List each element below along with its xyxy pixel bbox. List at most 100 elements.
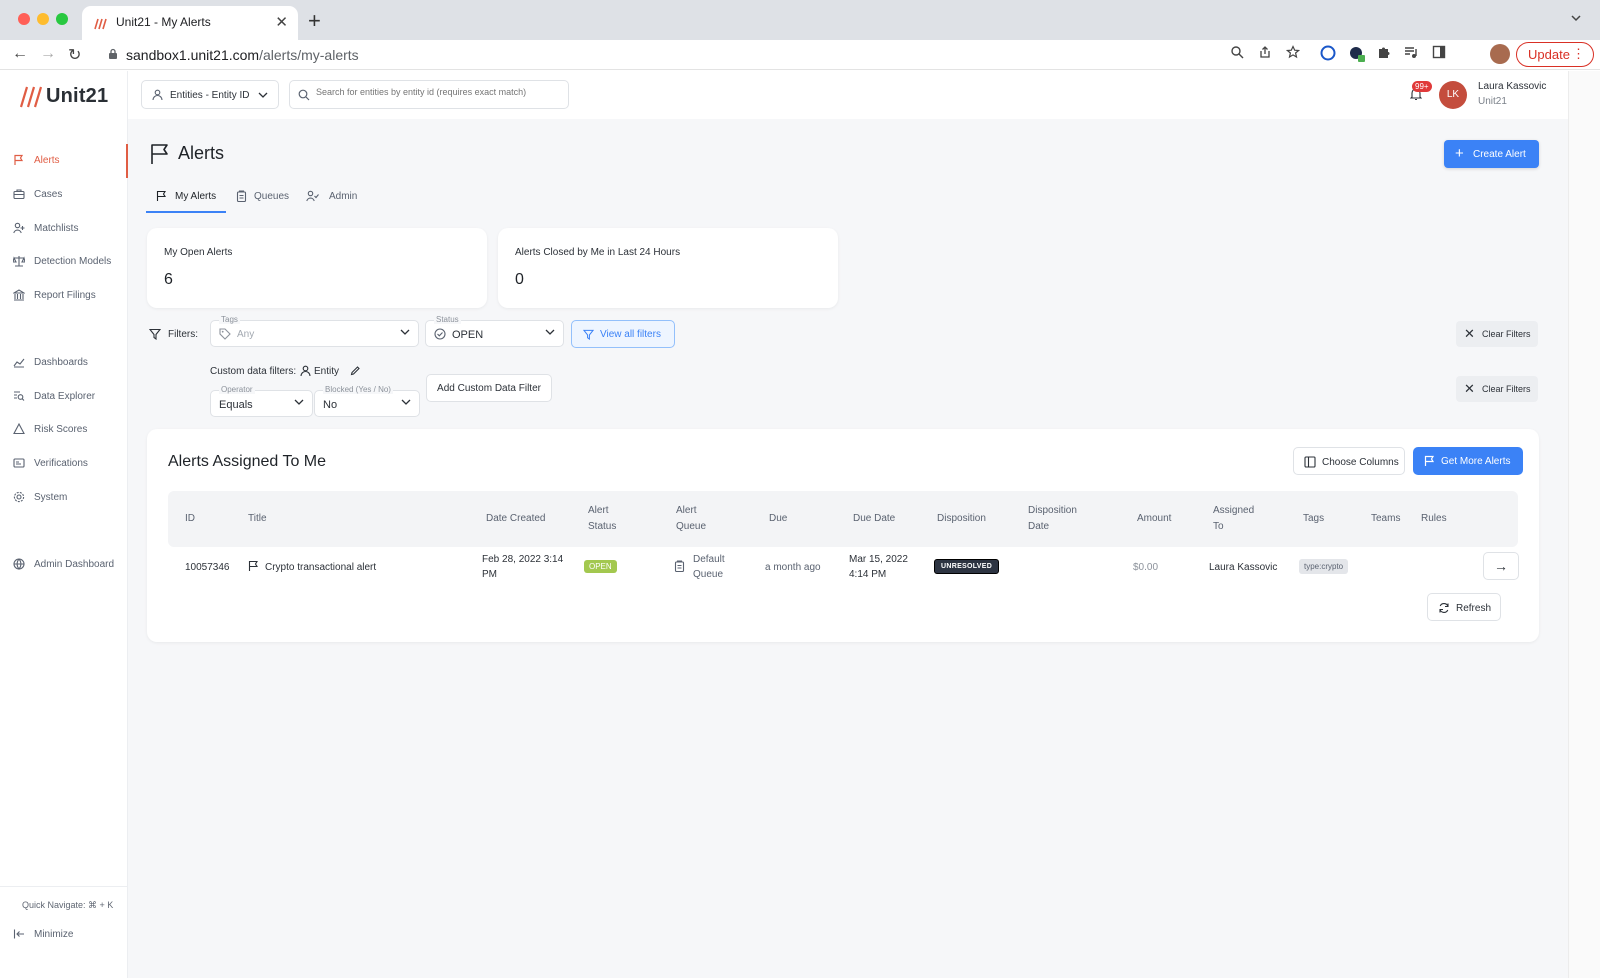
column-header-id[interactable]: ID bbox=[185, 511, 195, 527]
sidebar-item-detection-models[interactable]: Detection Models bbox=[0, 245, 128, 279]
window-zoom-button[interactable] bbox=[56, 13, 68, 25]
column-header-due[interactable]: Due bbox=[769, 511, 787, 527]
address-bar[interactable]: sandbox1.unit21.com/alerts/my-alerts bbox=[96, 43, 1286, 67]
media-playlist-icon[interactable] bbox=[1404, 45, 1418, 59]
operator-select[interactable]: Operator Equals bbox=[210, 385, 313, 417]
column-header-alert-queue[interactable]: Alert Queue bbox=[676, 503, 706, 535]
status-filter-select[interactable]: Status OPEN bbox=[425, 315, 564, 347]
minimize-label: Minimize bbox=[34, 929, 74, 940]
sidebar-item-cases[interactable]: Cases bbox=[0, 178, 128, 212]
share-icon[interactable] bbox=[1258, 45, 1272, 59]
table-row[interactable]: 10057346 Crypto transactional alert Feb … bbox=[168, 547, 1519, 587]
refresh-label: Refresh bbox=[1456, 603, 1492, 614]
zoom-icon[interactable] bbox=[1230, 45, 1244, 59]
table-header: ID Title Date Created Alert Status Alert Q… bbox=[168, 491, 1518, 547]
user-icon bbox=[300, 365, 311, 377]
column-header-disposition-date[interactable]: Disposition Date bbox=[1028, 503, 1077, 535]
page-scrollbar[interactable] bbox=[1568, 71, 1600, 978]
get-more-alerts-button[interactable]: Get More Alerts bbox=[1413, 447, 1523, 475]
column-header-disposition[interactable]: Disposition bbox=[937, 511, 986, 527]
refresh-button[interactable]: Refresh bbox=[1427, 593, 1501, 621]
bank-icon bbox=[13, 289, 25, 301]
search-icon bbox=[298, 89, 310, 101]
column-header-tags[interactable]: Tags bbox=[1303, 511, 1324, 527]
new-tab-button[interactable]: + bbox=[308, 8, 321, 34]
blocked-select[interactable]: Blocked (Yes / No) No bbox=[314, 385, 420, 417]
tab-admin[interactable]: Admin bbox=[296, 181, 362, 213]
tag-icon bbox=[219, 328, 231, 340]
flag-icon bbox=[1424, 455, 1435, 466]
column-header-teams[interactable]: Teams bbox=[1371, 511, 1400, 527]
view-all-filters-button[interactable]: View all filters bbox=[571, 320, 675, 348]
stat-value: 0 bbox=[515, 271, 524, 288]
column-header-title[interactable]: Title bbox=[248, 511, 267, 527]
tags-filter-label: Tags bbox=[219, 315, 240, 324]
column-header-rules[interactable]: Rules bbox=[1421, 511, 1447, 527]
more-vert-icon: ⋮ bbox=[1572, 46, 1585, 61]
window-close-button[interactable] bbox=[18, 13, 30, 25]
create-alert-button[interactable]: + Create Alert bbox=[1444, 140, 1539, 168]
tab-close-icon[interactable]: ✕ bbox=[275, 13, 288, 31]
sidebar-item-system[interactable]: System bbox=[0, 481, 128, 515]
tab-my-alerts[interactable]: My Alerts bbox=[146, 181, 226, 213]
column-header-assigned-to[interactable]: Assigned To bbox=[1213, 503, 1254, 535]
window-minimize-button[interactable] bbox=[37, 13, 49, 25]
flag-icon bbox=[156, 190, 166, 201]
reload-icon[interactable]: ↻ bbox=[68, 45, 81, 65]
plus-icon: + bbox=[1455, 145, 1464, 162]
status-filter-value: OPEN bbox=[452, 329, 484, 341]
operator-label: Operator bbox=[219, 385, 255, 394]
check-circle-icon bbox=[434, 328, 446, 340]
bookmark-star-icon[interactable] bbox=[1286, 45, 1300, 59]
side-panel-icon[interactable] bbox=[1432, 45, 1446, 59]
column-header-alert-status[interactable]: Alert Status bbox=[588, 503, 616, 535]
filter-icon bbox=[149, 328, 161, 340]
sidebar-item-label: Report Filings bbox=[34, 290, 96, 301]
brand-name: Unit21 bbox=[46, 85, 109, 107]
alert-queue[interactable]: Default Queue bbox=[693, 552, 725, 582]
alert-title[interactable]: Crypto transactional alert bbox=[265, 560, 376, 575]
pencil-edit-icon[interactable] bbox=[350, 365, 361, 376]
sidebar-item-admin-dashboard[interactable]: Admin Dashboard bbox=[0, 548, 128, 582]
sidebar-item-data-explorer[interactable]: Data Explorer bbox=[0, 380, 128, 414]
get-more-alerts-label: Get More Alerts bbox=[1441, 456, 1511, 467]
open-alert-button[interactable]: → bbox=[1483, 552, 1519, 580]
clear-custom-filters-button[interactable]: ✕ Clear Filters bbox=[1456, 376, 1538, 402]
browser-tab[interactable]: Unit21 - My Alerts ✕ bbox=[82, 6, 298, 40]
sidebar-item-alerts[interactable]: Alerts bbox=[0, 144, 128, 178]
chrome-profile-avatar[interactable] bbox=[1490, 44, 1510, 64]
user-avatar[interactable]: LK bbox=[1439, 81, 1467, 109]
extension-2-icon[interactable] bbox=[1348, 45, 1366, 63]
tab-queues[interactable]: Queues bbox=[226, 181, 296, 213]
extension-1-icon[interactable] bbox=[1320, 45, 1336, 61]
entity-search-input[interactable] bbox=[316, 87, 564, 97]
sidebar-item-dashboards[interactable]: Dashboards bbox=[0, 346, 128, 380]
forward-arrow-icon[interactable]: → bbox=[40, 45, 56, 63]
sidebar-item-report-filings[interactable]: Report Filings bbox=[0, 279, 128, 313]
sidebar-item-verifications[interactable]: Verifications bbox=[0, 447, 128, 481]
chevron-down-icon bbox=[545, 329, 555, 335]
flag-icon bbox=[248, 560, 258, 571]
add-custom-data-filter-button[interactable]: Add Custom Data Filter bbox=[426, 374, 552, 402]
entity-type-select[interactable]: Entities - Entity ID bbox=[141, 80, 279, 109]
cell-line: PM bbox=[482, 569, 497, 580]
sidebar-item-matchlists[interactable]: Matchlists bbox=[0, 212, 128, 246]
sidebar-item-risk-scores[interactable]: Risk Scores bbox=[0, 413, 128, 447]
tab-search-chevron-icon[interactable] bbox=[1570, 12, 1582, 24]
column-header-due-date[interactable]: Due Date bbox=[853, 511, 895, 527]
header-line: Disposition bbox=[1028, 505, 1077, 516]
clear-filters-button[interactable]: ✕ Clear Filters bbox=[1456, 321, 1538, 347]
back-arrow-icon[interactable]: ← bbox=[12, 45, 28, 63]
extensions-puzzle-icon[interactable] bbox=[1377, 45, 1391, 59]
filter-icon bbox=[583, 329, 594, 340]
column-header-amount[interactable]: Amount bbox=[1137, 511, 1171, 527]
notification-count-badge: 99+ bbox=[1412, 81, 1432, 92]
column-header-date-created[interactable]: Date Created bbox=[486, 511, 545, 527]
cell-line: Feb 28, 2022 3:14 bbox=[482, 554, 564, 565]
tags-filter-select[interactable]: Tags Any bbox=[210, 315, 419, 347]
entity-search-box[interactable] bbox=[289, 80, 569, 109]
cell-line: 4:14 PM bbox=[849, 569, 887, 580]
chrome-update-button[interactable]: Update ⋮ bbox=[1516, 42, 1594, 67]
choose-columns-button[interactable]: Choose Columns bbox=[1293, 447, 1405, 475]
sidebar-minimize-button[interactable]: Minimize bbox=[0, 918, 128, 952]
